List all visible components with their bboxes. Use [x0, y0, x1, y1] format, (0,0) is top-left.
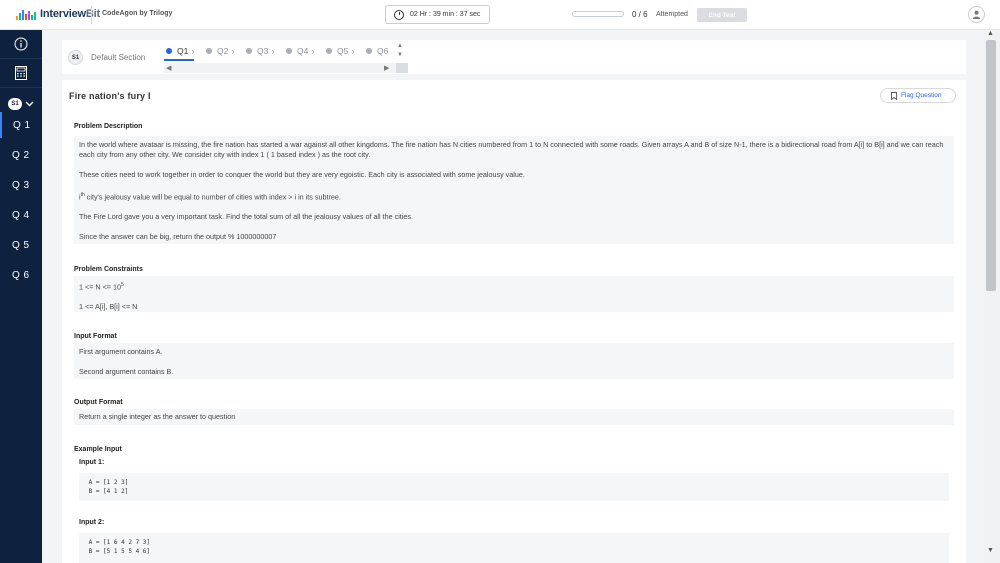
tab-q4[interactable]: Q4 › [286, 43, 314, 59]
description-paragraph: These cities need to work together in or… [79, 170, 525, 179]
organization-name: CodeAgon by Trilogy [102, 10, 173, 17]
description-paragraph: In the world where avataar is missing, t… [79, 140, 944, 159]
section-badge: S1 [68, 50, 83, 65]
input-2-code: A = [1 6 4 2 7 3] B = [5 1 5 5 4 6] [79, 533, 949, 563]
timer-text: 02 Hr : 39 min : 37 sec [410, 11, 481, 18]
input-1-code: A = [1 2 3] B = [4 1 2] [79, 473, 949, 501]
tabs-vertical-scrollbar[interactable]: ▲ ▼ [396, 43, 406, 61]
page-scrollbar[interactable]: ▲ ▼ [984, 30, 1000, 563]
status-dot [326, 48, 332, 54]
output-format-line: Return a single integer as the answer to… [79, 412, 236, 421]
scroll-up-icon[interactable]: ▲ [397, 43, 403, 49]
tab-label: Q3 [257, 46, 269, 56]
chevron-down-icon [25, 101, 34, 107]
test-timer: 02 Hr : 39 min : 37 sec [385, 5, 490, 24]
status-dot [246, 48, 252, 54]
header-divider [91, 6, 92, 24]
input-format-heading: Input Format [74, 333, 117, 340]
scroll-right-icon[interactable]: ▶ [384, 64, 389, 72]
question-sidebar: S1 Q 1 Q 2 Q 3 Q 4 Q 5 Q 6 [0, 30, 42, 563]
logo-bars-icon [16, 8, 36, 20]
active-tab-underline [164, 59, 194, 61]
tab-label: Q6 [377, 46, 389, 56]
calculator-button[interactable] [0, 59, 42, 88]
tab-label: Q4 [297, 46, 309, 56]
bookmark-icon [891, 91, 897, 100]
flag-label: Flag Question [901, 92, 942, 99]
flag-question-button[interactable]: Flag Question [880, 88, 956, 103]
tabs-horizontal-scrollbar[interactable]: ◀ ▶ [164, 63, 396, 73]
constraint-line: 1 <= A[i], B[i] <= N [79, 302, 138, 312]
tab-q3[interactable]: Q3 › [246, 43, 274, 59]
sidebar-question-5[interactable]: Q 5 [0, 232, 42, 258]
status-dot [206, 48, 212, 54]
sidebar-question-3[interactable]: Q 3 [0, 172, 42, 198]
top-bar: InterviewBit CodeAgon by Trilogy 02 Hr :… [0, 0, 1000, 30]
chevron-right-icon: › [311, 46, 315, 56]
chevron-right-icon: › [191, 46, 195, 56]
tab-q1[interactable]: Q1 › [166, 43, 194, 59]
user-profile-button[interactable] [968, 6, 985, 23]
description-paragraph: Since the answer can be big, return the … [79, 232, 277, 242]
attempted-count: 0 / 6 [632, 10, 648, 19]
description-paragraph: The Fire Lord gave you a very important … [79, 212, 413, 222]
input-format-line: Second argument contains B. [79, 367, 174, 376]
interviewbit-logo[interactable]: InterviewBit [16, 8, 100, 20]
input-format-box: First argument contains A. Second argume… [74, 343, 954, 379]
chevron-right-icon: › [271, 46, 275, 56]
constraints-box: 1 <= N <= 105 1 <= A[i], B[i] <= N [74, 276, 954, 312]
constraint-line: 1 <= N <= 105 [79, 282, 124, 292]
sidebar-question-1[interactable]: Q 1 [0, 112, 42, 138]
section-selector[interactable]: S1 [8, 98, 34, 110]
sidebar-question-4[interactable]: Q 4 [0, 202, 42, 228]
calculator-icon [15, 66, 27, 80]
input-2-label: Input 2: [79, 519, 105, 526]
description-heading: Problem Description [74, 123, 143, 130]
tab-q2[interactable]: Q2 › [206, 43, 234, 59]
chevron-right-icon: › [351, 46, 355, 56]
section-name: Default Section [91, 53, 146, 62]
info-icon [14, 37, 28, 51]
status-dot [366, 48, 372, 54]
tab-q6[interactable]: Q6 [366, 43, 388, 59]
sidebar-question-6[interactable]: Q 6 [0, 262, 42, 288]
section-pill: S1 [8, 98, 22, 110]
tab-label: Q2 [217, 46, 229, 56]
tab-label: Q1 [177, 46, 189, 56]
chevron-right-icon: › [231, 46, 235, 56]
section-bar: S1 Default Section Q1 › Q2 › Q3 › Q4 › Q5 › Q… [62, 40, 966, 74]
sidebar-question-2[interactable]: Q 2 [0, 142, 42, 168]
tab-q5[interactable]: Q5 › [326, 43, 354, 59]
output-format-box: Return a single integer as the answer to… [74, 409, 954, 425]
clock-icon [394, 9, 404, 20]
output-format-heading: Output Format [74, 399, 123, 406]
example-input-heading: Example Input [74, 446, 122, 453]
scroll-down-icon[interactable]: ▼ [397, 52, 403, 58]
input-format-line: First argument contains A. [79, 347, 163, 356]
description-box: In the world where avataar is missing, t… [74, 136, 954, 244]
status-dot [166, 48, 172, 54]
input-1-label: Input 1: [79, 459, 105, 466]
scrollbar-corner [396, 63, 408, 73]
question-tabs: Q1 › Q2 › Q3 › Q4 › Q5 › Q6 ◀ ▶ [164, 43, 408, 73]
question-panel: Fire nation's fury I Flag Question Probl… [62, 80, 966, 563]
end-test-button[interactable]: End Test [697, 8, 747, 22]
description-paragraph: ith city's jealousy value will be equal … [79, 192, 341, 202]
scroll-down-icon[interactable]: ▼ [987, 547, 994, 554]
scroll-left-icon[interactable]: ◀ [166, 64, 171, 72]
question-title: Fire nation's fury I [69, 91, 151, 101]
attempted-label: Attempted [656, 11, 688, 18]
scrollbar-thumb[interactable] [986, 40, 996, 291]
scroll-up-icon[interactable]: ▲ [987, 30, 994, 37]
status-dot [286, 48, 292, 54]
constraints-heading: Problem Constraints [74, 266, 143, 273]
info-button[interactable] [0, 30, 42, 59]
attempt-progress-bar [572, 11, 624, 17]
tab-label: Q5 [337, 46, 349, 56]
user-icon [972, 10, 981, 19]
